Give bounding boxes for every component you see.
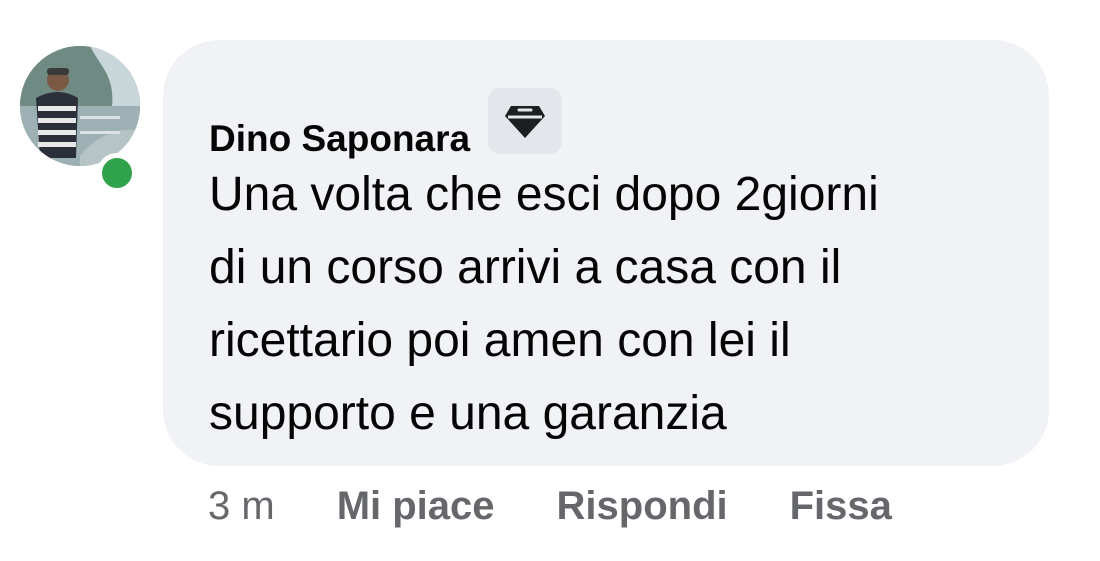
- online-status-icon: [97, 153, 137, 193]
- comment-text-line: Una volta che esci dopo 2giorni: [209, 168, 879, 221]
- diamond-icon: [505, 106, 546, 138]
- avatar-photo: [20, 46, 140, 166]
- top-fan-badge[interactable]: [488, 88, 563, 154]
- comment: Dino Saponara Una volta che esci dopo 2g…: [0, 0, 1100, 561]
- author-row: Dino Saponara: [209, 88, 1009, 157]
- comment-text: Una volta che esci dopo 2giorni di un co…: [209, 158, 1009, 450]
- reply-button[interactable]: Rispondi: [557, 484, 728, 529]
- comment-actions: 3 m Mi piace Rispondi Fissa: [208, 478, 892, 534]
- avatar[interactable]: [20, 46, 140, 166]
- comment-text-line: di un corso arrivi a casa con il: [209, 241, 842, 294]
- comment-text-line: supporto e una garanzia: [209, 387, 727, 440]
- avatar-container[interactable]: [20, 46, 140, 193]
- timestamp[interactable]: 3 m: [208, 484, 275, 529]
- comment-bubble: Dino Saponara Una volta che esci dopo 2g…: [163, 40, 1049, 466]
- comment-text-line: ricettario poi amen con lei il: [209, 314, 791, 367]
- pin-button[interactable]: Fissa: [790, 484, 892, 529]
- like-button[interactable]: Mi piace: [337, 484, 495, 529]
- author-name[interactable]: Dino Saponara: [209, 120, 470, 157]
